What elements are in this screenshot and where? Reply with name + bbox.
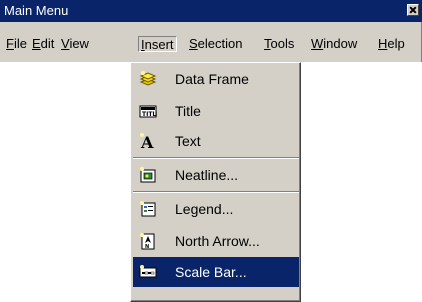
neatline-icon bbox=[139, 166, 157, 184]
menu-edit-label: dit bbox=[40, 36, 55, 51]
insert-item-neatline[interactable]: Neatline... bbox=[133, 160, 299, 190]
insert-item-north-arrow[interactable]: N North Arrow... bbox=[133, 226, 299, 256]
text-icon: A bbox=[139, 132, 157, 152]
menu-view[interactable]: View bbox=[61, 36, 89, 52]
title-bar[interactable]: Main Menu bbox=[0, 0, 422, 22]
insert-dropdown-menu: Data Frame TITLE Title A Text bbox=[130, 62, 301, 302]
insert-item-label: Title bbox=[175, 103, 201, 119]
menu-edit-mnemonic: E bbox=[32, 36, 41, 51]
menu-insert-label: nsert bbox=[144, 37, 174, 52]
menu-separator bbox=[133, 157, 299, 159]
insert-item-label: Neatline... bbox=[175, 167, 239, 183]
close-icon[interactable] bbox=[407, 4, 419, 16]
legend-icon bbox=[139, 200, 157, 218]
main-menu-window: Main Menu File Edit View Insert Selectio… bbox=[0, 0, 422, 62]
insert-item-scale-bar[interactable]: Scale Bar... bbox=[133, 257, 299, 287]
menu-window-label: indow bbox=[323, 36, 358, 51]
svg-text:TITLE: TITLE bbox=[142, 111, 157, 118]
menu-selection[interactable]: Selection bbox=[189, 36, 242, 52]
menu-separator bbox=[133, 191, 299, 193]
scale-bar-icon bbox=[139, 263, 157, 281]
north-arrow-icon: N bbox=[139, 232, 157, 250]
insert-item-text[interactable]: A Text bbox=[133, 126, 299, 156]
insert-item-label: North Arrow... bbox=[175, 233, 260, 249]
menu-file-mnemonic: F bbox=[6, 36, 14, 51]
menu-file[interactable]: File bbox=[6, 36, 27, 52]
menu-window[interactable]: Window bbox=[311, 36, 357, 52]
insert-item-label: Data Frame bbox=[175, 71, 249, 87]
insert-item-label: Scale Bar... bbox=[175, 264, 247, 280]
data-frame-icon bbox=[139, 70, 157, 88]
menu-bar: File Edit View Insert Selection Tools Wi… bbox=[0, 33, 422, 55]
menu-help[interactable]: Help bbox=[378, 36, 405, 52]
menu-view-label: iew bbox=[69, 36, 89, 51]
svg-text:N: N bbox=[145, 244, 149, 250]
menu-file-label: ile bbox=[13, 36, 27, 51]
insert-item-legend[interactable]: Legend... bbox=[133, 194, 299, 224]
menu-selection-mnemonic: S bbox=[189, 36, 198, 51]
menu-tools[interactable]: Tools bbox=[264, 36, 294, 52]
menu-insert[interactable]: Insert bbox=[138, 36, 177, 52]
title-icon: TITLE bbox=[139, 102, 160, 120]
window-title: Main Menu bbox=[4, 3, 69, 18]
menu-tools-label: ools bbox=[270, 36, 295, 51]
insert-item-label: Text bbox=[175, 133, 201, 149]
menu-selection-label: election bbox=[197, 36, 243, 51]
insert-item-data-frame[interactable]: Data Frame bbox=[133, 64, 299, 94]
menu-edit[interactable]: Edit bbox=[32, 36, 54, 52]
menu-window-mnemonic: W bbox=[311, 36, 324, 51]
menu-help-label: elp bbox=[387, 36, 405, 51]
insert-item-label: Legend... bbox=[175, 201, 234, 217]
menu-help-mnemonic: H bbox=[378, 36, 388, 51]
insert-item-title[interactable]: TITLE Title bbox=[133, 96, 299, 126]
